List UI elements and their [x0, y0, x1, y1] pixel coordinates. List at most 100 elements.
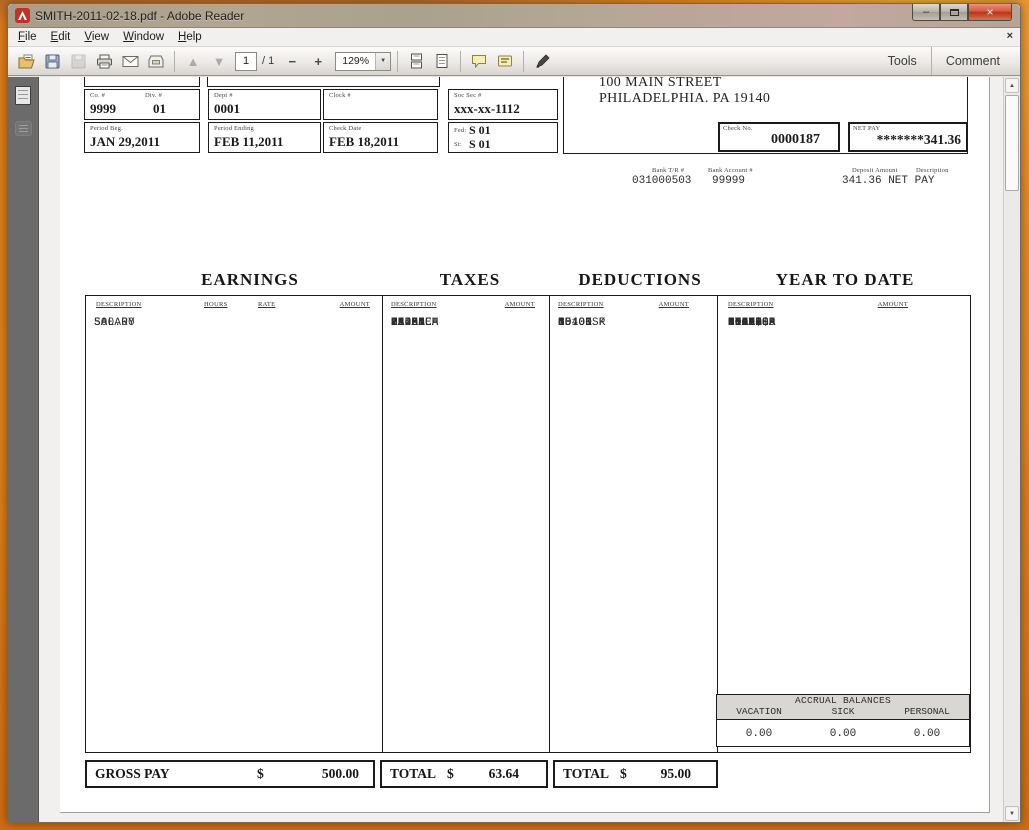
open-button[interactable] [14, 50, 38, 73]
scroll-down-button[interactable]: ▼ [1005, 806, 1019, 821]
menu-help[interactable]: Help [171, 29, 209, 45]
period-end-label: Period Ending [214, 125, 254, 132]
accrual-values: 0.00 0.00 0.00 [717, 728, 969, 740]
next-page-button[interactable]: ▼ [207, 50, 231, 73]
adobe-reader-app-icon [15, 8, 30, 23]
accrual-balances-box: ACCRUAL BALANCES VACATION SICK PERSONAL … [716, 694, 970, 747]
gross-pay-label: GROSS PAY [95, 766, 170, 782]
accrual-sick-value: 0.00 [801, 728, 885, 740]
maximize-button[interactable] [940, 4, 968, 21]
print-button[interactable] [92, 50, 116, 73]
check-date-label: Check Date [329, 125, 362, 132]
menu-view[interactable]: View [77, 29, 116, 45]
deductions-total-box: TOTAL $ 95.00 [553, 760, 718, 788]
menu-edit[interactable]: Edit [44, 29, 78, 45]
scrolling-mode-button[interactable] [404, 50, 428, 73]
period-end-value: FEB 11,2011 [214, 134, 283, 150]
dept-box: Dept # 0001 [208, 89, 321, 120]
ytd-title: YEAR TO DATE [720, 270, 970, 290]
single-page-button[interactable] [430, 50, 454, 73]
minimize-button[interactable]: – [912, 4, 940, 21]
page-number-input[interactable] [235, 52, 257, 71]
open-folder-icon [18, 54, 35, 69]
co-div-box: Co. # Div. # 9999 01 [84, 89, 200, 120]
clock-label: Clock # [329, 92, 351, 99]
attachments-icon[interactable] [15, 121, 32, 136]
accrual-col-personal: PERSONAL [885, 706, 969, 717]
zoom-dropdown-arrow-icon[interactable]: ▼ [375, 53, 390, 70]
comment-tab[interactable]: Comment [932, 47, 1014, 75]
earnings-title: EARNINGS [120, 270, 380, 290]
titlebar[interactable]: SMITH-2011-02-18.pdf - Adobe Reader – × [8, 4, 1020, 28]
accrual-vacation-value: 0.00 [717, 728, 801, 740]
close-icon: × [986, 5, 993, 19]
earnings-column: DESCRIPTION HOURS RATE AMOUNT SALARY500.… [86, 296, 382, 752]
deposit-amount-label: Deposit Amount [852, 167, 898, 174]
vertical-scrollbar[interactable]: ▲ ▼ [1003, 77, 1020, 822]
taxes-total-value: 63.64 [489, 766, 519, 782]
deductions-total-value: 95.00 [661, 766, 691, 782]
zoom-level-select[interactable]: 129% ▼ [335, 52, 391, 71]
menu-window[interactable]: Window [116, 29, 171, 45]
window-title: SMITH-2011-02-18.pdf - Adobe Reader [35, 9, 244, 23]
ssn-value: xxx-xx-1112 [454, 101, 520, 117]
zoom-in-button[interactable]: + [306, 50, 330, 73]
period-beg-value: JAN 29,2011 [90, 134, 160, 150]
scroll-down-icon: ▼ [1009, 811, 1015, 817]
toolbar-separator [174, 51, 175, 72]
st-status: S 01 [469, 137, 491, 152]
pdf-page: 0002 A SAMPLE COMPANY Co. # Div. # 9999 … [60, 77, 990, 813]
save-button[interactable] [40, 50, 64, 73]
dept-label: Dept # [214, 92, 233, 99]
sticky-note-icon [471, 54, 487, 68]
desktop-background: SMITH-2011-02-18.pdf - Adobe Reader – × … [0, 0, 1029, 830]
navigation-pane [8, 77, 39, 822]
period-beg-label: Period Beg. [90, 125, 123, 132]
close-button[interactable]: × [968, 4, 1012, 21]
toolbar-right-tabs: Tools Comment [874, 47, 1014, 75]
deductions-total-currency: $ [620, 766, 627, 782]
menu-file[interactable]: File [11, 29, 44, 45]
fed-status: S 01 [469, 123, 491, 138]
company-code-box: 0002 [84, 77, 200, 87]
menubar-close-icon[interactable]: × [1007, 30, 1013, 42]
filing-status-box: Fed: S 01 St: S 01 [448, 122, 558, 153]
page-count-label: / 1 [262, 55, 274, 67]
scrollbar-thumb[interactable] [1005, 95, 1019, 191]
check-number-value: 0000187 [771, 132, 820, 148]
div-label: Div. # [145, 92, 162, 99]
gross-pay-total-box: GROSS PAY $ 500.00 [85, 760, 375, 788]
deductions-column: DESCRIPTION AMOUNT 401 K50.00 CO401 K15.… [549, 296, 717, 752]
share-button[interactable] [144, 50, 168, 73]
fill-sign-pen-icon [535, 54, 550, 69]
deductions-header-description: DESCRIPTION [558, 301, 604, 308]
adobe-reader-window: SMITH-2011-02-18.pdf - Adobe Reader – × … [7, 3, 1021, 823]
co-value: 9999 [90, 101, 116, 117]
earnings-header-description: DESCRIPTION [96, 301, 142, 308]
company-name-box: A SAMPLE COMPANY [207, 77, 440, 87]
period-beg-box: Period Beg. JAN 29,2011 [84, 122, 200, 153]
fill-sign-button[interactable] [530, 50, 554, 73]
taxes-header-amount: AMOUNT [505, 301, 535, 308]
highlight-text-button[interactable] [493, 50, 517, 73]
accrual-col-sick: SICK [801, 706, 885, 717]
sticky-note-button[interactable] [467, 50, 491, 73]
deductions-total-label: TOTAL [563, 766, 609, 782]
scroll-up-button[interactable]: ▲ [1005, 78, 1019, 93]
deductions-header-amount: AMOUNT [659, 301, 689, 308]
save-copy-button[interactable] [66, 50, 90, 73]
bank-account-number: 99999 [712, 175, 745, 187]
page-thumbnails-icon[interactable] [15, 86, 31, 105]
stub-table: DESCRIPTION HOURS RATE AMOUNT SALARY500.… [85, 295, 971, 753]
zoom-out-button[interactable]: − [280, 50, 304, 73]
email-icon [122, 55, 139, 68]
previous-page-button[interactable]: ▲ [181, 50, 205, 73]
tools-tab[interactable]: Tools [874, 47, 931, 75]
toolbar-separator [397, 51, 398, 72]
zoom-level-value: 129% [336, 55, 375, 67]
ytd-column: DESCRIPTION AMOUNT GROSS2000.00 1099$$50… [717, 296, 972, 752]
net-pay-value: *******341.36 [877, 132, 961, 148]
bank-tr-label: Bank T/R # [652, 167, 684, 174]
email-button[interactable] [118, 50, 142, 73]
zoom-out-icon: − [288, 54, 296, 69]
